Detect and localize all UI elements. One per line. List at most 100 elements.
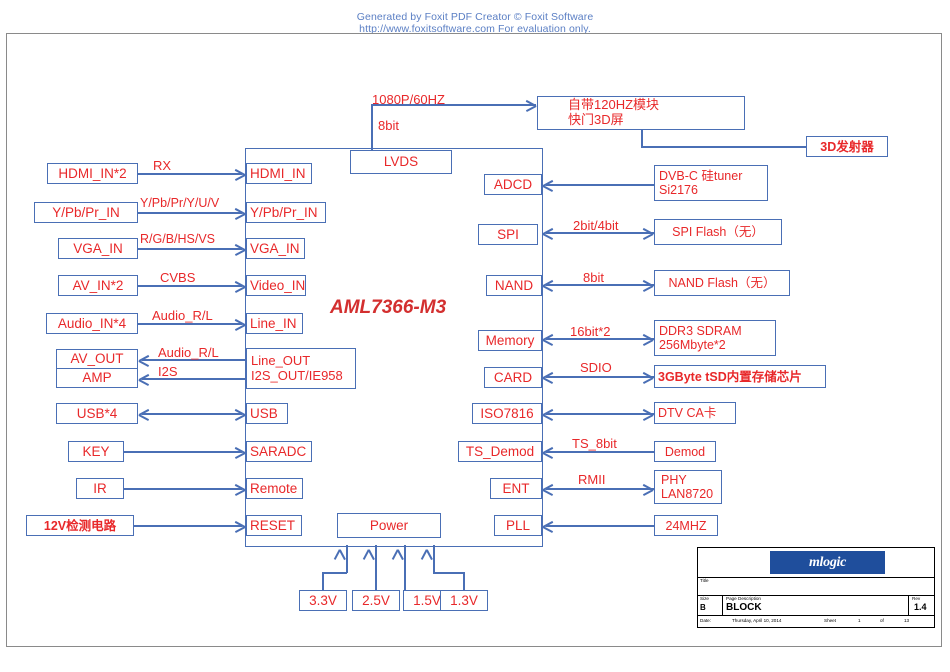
ext-ypbpr-in[interactable]: Y/Pb/Pr_IN bbox=[34, 202, 138, 223]
ext-demod[interactable]: Demod bbox=[654, 441, 716, 462]
port-remote[interactable]: Remote bbox=[246, 478, 303, 499]
phy-line-2: LAN8720 bbox=[661, 487, 714, 501]
ext-audio-in[interactable]: Audio_IN*4 bbox=[46, 313, 138, 334]
sheet-caption: Sheet bbox=[824, 618, 837, 623]
ext-phy[interactable]: PHY LAN8720 bbox=[654, 470, 722, 504]
wire-vga bbox=[138, 248, 242, 250]
label-spi-width: 2bit/4bit bbox=[573, 218, 619, 233]
title-caption: Title bbox=[700, 578, 709, 583]
port-card[interactable]: CARD bbox=[484, 367, 542, 388]
emitter-3d[interactable]: 3D发射器 bbox=[806, 136, 888, 157]
wire-pll bbox=[546, 525, 654, 527]
port-ent[interactable]: ENT bbox=[490, 478, 542, 499]
wire-rail-3v3-a bbox=[322, 572, 324, 591]
ext-av-out[interactable]: AV_OUT bbox=[56, 349, 138, 369]
ext-spi-flash[interactable]: SPI Flash（无） bbox=[654, 219, 782, 245]
wire-rmii bbox=[546, 488, 654, 490]
wire-audio-in bbox=[138, 323, 242, 325]
label-1080p: 1080P/60HZ bbox=[372, 92, 445, 107]
ext-hdmi-in[interactable]: HDMI_IN*2 bbox=[47, 163, 138, 184]
title-block: mlogic Title Size B Page Description BLO… bbox=[697, 547, 935, 628]
label-cvbs: CVBS bbox=[160, 270, 196, 285]
port-pll[interactable]: PLL bbox=[494, 515, 542, 536]
rail-3v3[interactable]: 3.3V bbox=[299, 590, 347, 611]
port-ts-demod[interactable]: TS_Demod bbox=[458, 441, 542, 462]
port-spi[interactable]: SPI bbox=[478, 224, 538, 245]
tuner-line-2: Si2176 bbox=[659, 183, 698, 197]
amlogic-logo-text: mlogic bbox=[808, 554, 847, 570]
ext-amp[interactable]: AMP bbox=[56, 368, 138, 388]
ext-12v-detect[interactable]: 12V检测电路 bbox=[26, 515, 134, 536]
ddr-line-1: DDR3 SDRAM bbox=[659, 324, 742, 338]
panel-line-2: 快门3D屏 bbox=[568, 112, 624, 127]
port-hdmi-in[interactable]: HDMI_IN bbox=[246, 163, 312, 184]
wire-hdmi bbox=[138, 173, 242, 175]
port-memory[interactable]: Memory bbox=[478, 330, 542, 351]
label-nand-width: 8bit bbox=[583, 270, 604, 285]
ext-key[interactable]: KEY bbox=[68, 441, 124, 462]
wire-rail-1v3-b bbox=[433, 572, 464, 574]
rev-caption: Rev bbox=[912, 596, 921, 601]
wire-key bbox=[124, 451, 242, 453]
ext-nand-flash[interactable]: NAND Flash（无） bbox=[654, 270, 790, 296]
ddr-line-2: 256Mbyte*2 bbox=[659, 338, 726, 352]
wire-rail-1v5 bbox=[404, 545, 406, 591]
label-8bit-lvds: 8bit bbox=[378, 118, 399, 133]
ext-av-in[interactable]: AV_IN*2 bbox=[58, 275, 138, 296]
label-audio-rl-in: Audio_R/L bbox=[152, 308, 213, 323]
wire-card bbox=[546, 376, 654, 378]
wire-ir bbox=[124, 488, 242, 490]
label-audio-rl-out: Audio_R/L bbox=[158, 345, 219, 360]
port-lvds[interactable]: LVDS bbox=[350, 150, 452, 174]
title-block-title-row: Title bbox=[698, 578, 934, 596]
foxit-watermark-line1: Generated by Foxit PDF Creator © Foxit S… bbox=[356, 11, 594, 23]
wire-rail-1v3-a bbox=[463, 572, 465, 591]
port-reset[interactable]: RESET bbox=[246, 515, 302, 536]
label-sdio: SDIO bbox=[580, 360, 612, 375]
label-mem-width: 16bit*2 bbox=[570, 324, 611, 339]
amlogic-logo: mlogic bbox=[770, 551, 885, 574]
ext-tsd[interactable]: 3GByte tSD内置存储芯片 bbox=[654, 365, 826, 388]
wire-cvbs bbox=[138, 285, 242, 287]
label-i2s: I2S bbox=[158, 364, 178, 379]
port-vga-in[interactable]: VGA_IN bbox=[246, 238, 305, 259]
size-value: B bbox=[700, 603, 706, 612]
wire-panel-to-emitter bbox=[641, 146, 807, 148]
rail-1v3[interactable]: 1.3V bbox=[440, 590, 488, 611]
desc-caption: Page Description bbox=[726, 596, 761, 601]
wire-rail-3v3-c bbox=[346, 545, 348, 573]
ext-ddr3[interactable]: DDR3 SDRAM 256Mbyte*2 bbox=[654, 320, 776, 356]
panel-3d-module[interactable]: 自带120HZ模块 快门3D屏 bbox=[537, 96, 745, 130]
ext-ca-card[interactable]: DTV CA卡 bbox=[654, 402, 736, 424]
label-ypbpryuv: Y/Pb/Pr/Y/U/V bbox=[140, 196, 220, 210]
port-saradc[interactable]: SARADC bbox=[246, 441, 312, 462]
rail-2v5[interactable]: 2.5V bbox=[352, 590, 400, 611]
port-line-in[interactable]: Line_IN bbox=[246, 313, 303, 334]
ext-vga-in[interactable]: VGA_IN bbox=[58, 238, 138, 259]
panel-line-1: 自带120HZ模块 bbox=[568, 97, 660, 113]
ext-dvbc-tuner[interactable]: DVB-C 硅tuner Si2176 bbox=[654, 165, 768, 201]
wire-rail-1v3-c bbox=[433, 545, 435, 573]
port-adcd[interactable]: ADCD bbox=[484, 174, 542, 195]
ext-ir[interactable]: IR bbox=[76, 478, 124, 499]
port-audio-out[interactable]: Line_OUT I2S_OUT/IE958 bbox=[246, 348, 356, 389]
port-usb[interactable]: USB bbox=[246, 403, 288, 424]
port-iso7816[interactable]: ISO7816 bbox=[472, 403, 542, 424]
rev-value: 1.4 bbox=[914, 602, 927, 612]
sheet-value: 1 bbox=[858, 618, 861, 623]
wire-ts bbox=[546, 451, 654, 453]
ext-usb[interactable]: USB*4 bbox=[56, 403, 138, 424]
date-caption: Date: bbox=[700, 618, 711, 623]
power-block[interactable]: Power bbox=[337, 513, 441, 538]
of-caption: of bbox=[880, 618, 884, 623]
port-line-out-label: Line_OUT bbox=[251, 352, 311, 368]
desc-value: BLOCK bbox=[726, 602, 762, 613]
title-block-desc-row: Size B Page Description BLOCK Rev 1.4 bbox=[698, 596, 934, 616]
schematic-page: Generated by Foxit PDF Creator © Foxit S… bbox=[0, 0, 950, 672]
port-ypbpr-in[interactable]: Y/Pb/Pr_IN bbox=[246, 202, 326, 223]
of-value: 13 bbox=[904, 618, 910, 623]
port-nand[interactable]: NAND bbox=[486, 275, 542, 296]
wire-panel-down bbox=[641, 130, 643, 147]
port-video-in[interactable]: Video_IN bbox=[246, 275, 306, 296]
ext-osc[interactable]: 24MHZ bbox=[654, 515, 718, 536]
